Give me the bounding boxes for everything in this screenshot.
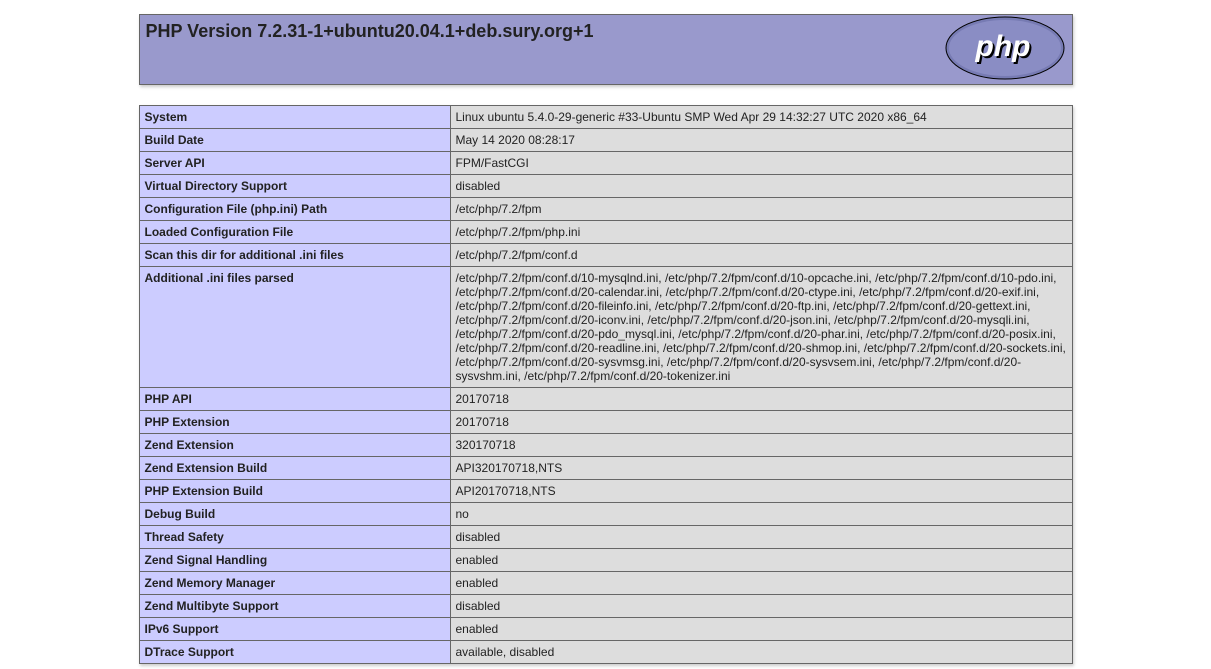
config-value: 20170718: [450, 411, 1072, 434]
config-value: Linux ubuntu 5.4.0-29-generic #33-Ubuntu…: [450, 106, 1072, 129]
table-row: Zend Multibyte Supportdisabled: [139, 595, 1072, 618]
table-row: PHP Extension20170718: [139, 411, 1072, 434]
config-value: 320170718: [450, 434, 1072, 457]
table-row: Zend Extension BuildAPI320170718,NTS: [139, 457, 1072, 480]
config-value: enabled: [450, 549, 1072, 572]
table-row: PHP API20170718: [139, 388, 1072, 411]
table-row: Loaded Configuration File/etc/php/7.2/fp…: [139, 221, 1072, 244]
config-value: disabled: [450, 595, 1072, 618]
config-label: PHP API: [139, 388, 450, 411]
config-label: Configuration File (php.ini) Path: [139, 198, 450, 221]
table-row: PHP Extension BuildAPI20170718,NTS: [139, 480, 1072, 503]
table-row: Zend Extension320170718: [139, 434, 1072, 457]
config-label: System: [139, 106, 450, 129]
config-value: no: [450, 503, 1072, 526]
config-value: /etc/php/7.2/fpm/php.ini: [450, 221, 1072, 244]
config-value: 20170718: [450, 388, 1072, 411]
table-row: Configuration File (php.ini) Path/etc/ph…: [139, 198, 1072, 221]
config-label: Build Date: [139, 129, 450, 152]
table-row: Zend Memory Managerenabled: [139, 572, 1072, 595]
table-row: SystemLinux ubuntu 5.4.0-29-generic #33-…: [139, 106, 1072, 129]
config-value: enabled: [450, 572, 1072, 595]
table-row: Zend Signal Handlingenabled: [139, 549, 1072, 572]
config-label: Additional .ini files parsed: [139, 267, 450, 388]
config-label: PHP Extension Build: [139, 480, 450, 503]
config-label: Zend Extension Build: [139, 457, 450, 480]
config-value: May 14 2020 08:28:17: [450, 129, 1072, 152]
table-row: Virtual Directory Supportdisabled: [139, 175, 1072, 198]
info-table: SystemLinux ubuntu 5.4.0-29-generic #33-…: [139, 105, 1073, 664]
config-value: API320170718,NTS: [450, 457, 1072, 480]
table-row: Scan this dir for additional .ini files/…: [139, 244, 1072, 267]
config-label: Debug Build: [139, 503, 450, 526]
config-value: API20170718,NTS: [450, 480, 1072, 503]
config-label: DTrace Support: [139, 641, 450, 664]
config-label: Loaded Configuration File: [139, 221, 450, 244]
header-table: php php PHP Version 7.2.31-1+ubuntu20.04…: [139, 14, 1073, 85]
table-row: DTrace Supportavailable, disabled: [139, 641, 1072, 664]
config-value: /etc/php/7.2/fpm/conf.d/10-mysqlnd.ini, …: [450, 267, 1072, 388]
table-row: Additional .ini files parsed/etc/php/7.2…: [139, 267, 1072, 388]
config-label: Thread Safety: [139, 526, 450, 549]
config-value: disabled: [450, 526, 1072, 549]
config-value: available, disabled: [450, 641, 1072, 664]
config-label: Zend Memory Manager: [139, 572, 450, 595]
table-row: Server APIFPM/FastCGI: [139, 152, 1072, 175]
config-label: Scan this dir for additional .ini files: [139, 244, 450, 267]
config-label: PHP Extension: [139, 411, 450, 434]
table-row: Thread Safetydisabled: [139, 526, 1072, 549]
config-value: /etc/php/7.2/fpm/conf.d: [450, 244, 1072, 267]
config-label: Zend Multibyte Support: [139, 595, 450, 618]
config-value: /etc/php/7.2/fpm: [450, 198, 1072, 221]
config-label: Zend Signal Handling: [139, 549, 450, 572]
svg-text:php: php: [974, 30, 1030, 63]
page-title: PHP Version 7.2.31-1+ubuntu20.04.1+deb.s…: [140, 15, 1072, 48]
config-value: FPM/FastCGI: [450, 152, 1072, 175]
table-row: Build DateMay 14 2020 08:28:17: [139, 129, 1072, 152]
config-label: Zend Extension: [139, 434, 450, 457]
config-label: IPv6 Support: [139, 618, 450, 641]
config-label: Virtual Directory Support: [139, 175, 450, 198]
php-logo: php php: [944, 15, 1072, 84]
config-value: enabled: [450, 618, 1072, 641]
config-value: disabled: [450, 175, 1072, 198]
config-label: Server API: [139, 152, 450, 175]
table-row: Debug Buildno: [139, 503, 1072, 526]
table-row: IPv6 Supportenabled: [139, 618, 1072, 641]
